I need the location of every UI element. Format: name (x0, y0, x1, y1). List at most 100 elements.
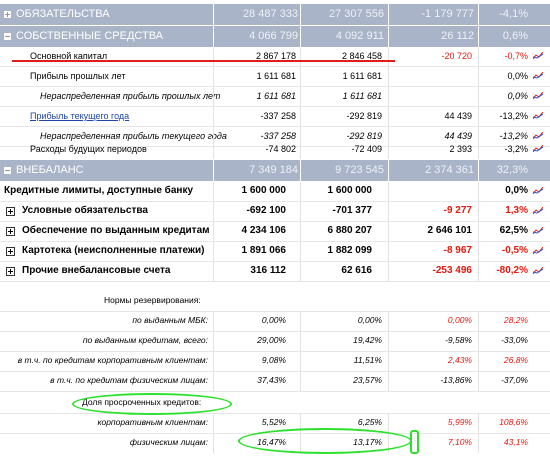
trend-chart-icon[interactable] (533, 267, 543, 275)
row-label: в т.ч. по кредитам физическим лицам: (50, 375, 208, 385)
trend-chart-icon[interactable] (533, 92, 543, 100)
value-4: 0,0% (507, 71, 528, 81)
value-4: 108,6% (499, 417, 528, 427)
band-value-4: 32,3% (496, 164, 528, 176)
table-row: Прибыль прошлых лет 1 611 681 1 611 681 … (0, 67, 550, 87)
trend-chart-icon[interactable] (533, 72, 543, 80)
row-label: физическим лицам: (129, 437, 208, 447)
table-row: по выданным кредитам, всего: 29,00% 19,4… (0, 332, 550, 352)
table-row: Кредитные лимиты, доступные банку 1 600 … (0, 182, 550, 202)
value-1: 4 234 106 (241, 225, 287, 236)
trend-chart-icon[interactable] (533, 247, 543, 255)
table-row[interactable]: Прочие внебалансовые счета 316 112 62 61… (0, 262, 550, 282)
value-2: 19,42% (353, 335, 382, 345)
value-4: 1,3% (505, 205, 528, 216)
table-row[interactable]: Обеспечение по выданным кредитам 4 234 1… (0, 222, 550, 242)
value-1: 316 112 (250, 265, 286, 276)
value-4: -13,2% (499, 111, 528, 121)
row-label: Обеспечение по выданным кредитам (22, 225, 210, 236)
value-2: 23,57% (353, 375, 382, 385)
plus-box-icon[interactable] (6, 207, 15, 216)
value-3: 2,43% (447, 355, 472, 365)
value-3: 0,00% (447, 315, 472, 325)
value-1: 5,52% (261, 417, 286, 427)
highlight-oval-values (238, 428, 412, 454)
value-4: 43,1% (503, 437, 528, 447)
value-3: -20 720 (441, 51, 472, 61)
table-row[interactable]: Картотека (неисполненные платежи) 1 891 … (0, 242, 550, 262)
collapse-icon[interactable] (4, 33, 11, 40)
band-liabilities[interactable]: ОБЯЗАТЕЛЬСТВА 28 487 333 27 307 556 -1 1… (0, 4, 550, 25)
band-value-3: -1 179 777 (421, 8, 474, 20)
highlight-mark (410, 430, 419, 454)
value-3: -13,86% (440, 375, 472, 385)
trend-chart-icon[interactable] (533, 145, 543, 153)
band-title: ВНЕБАЛАНС (16, 164, 84, 176)
value-3: 2 646 101 (427, 225, 473, 236)
norms-header: Нормы резервирования: (0, 292, 550, 312)
value-1: 1 611 681 (256, 71, 296, 81)
row-label: по выданным кредитам, всего: (82, 335, 208, 345)
value-3: -9,58% (445, 335, 472, 345)
value-4: -0,7% (504, 51, 528, 61)
band-offbalance[interactable]: ВНЕБАЛАНС 7 349 184 9 723 545 2 374 361 … (0, 160, 550, 181)
value-1: 1 611 681 (256, 91, 296, 101)
band-value-3: 26 112 (441, 30, 474, 42)
row-label: Прочие внебалансовые счета (22, 265, 171, 276)
plus-box-icon[interactable] (6, 227, 15, 236)
value-3: -8 967 (443, 245, 472, 256)
expand-icon[interactable] (4, 11, 11, 18)
row-label: Расходы будущих периодов (30, 144, 147, 154)
plus-box-icon[interactable] (6, 267, 15, 276)
value-4: 62,5% (499, 225, 528, 236)
value-3: 5,99% (447, 417, 472, 427)
value-1: 0,00% (261, 315, 286, 325)
value-4: 0,0% (507, 91, 528, 101)
value-2: -72 409 (351, 144, 382, 154)
value-3: 2 393 (449, 144, 472, 154)
value-4: -3,2% (504, 144, 528, 154)
value-1: -74 802 (265, 144, 296, 154)
band-title: ОБЯЗАТЕЛЬСТВА (16, 8, 110, 20)
red-underline (12, 60, 395, 62)
band-value-4: -4,1% (499, 8, 528, 20)
value-2: 6,25% (357, 417, 382, 427)
value-1: 1 891 066 (241, 245, 287, 256)
row-label: Прибыль прошлых лет (30, 71, 126, 81)
trend-chart-icon[interactable] (533, 187, 543, 195)
collapse-icon[interactable] (4, 167, 11, 174)
table-row[interactable]: Условные обязательства -692 100 -701 377… (0, 202, 550, 222)
band-equity[interactable]: СОБСТВЕННЫЕ СРЕДСТВА 4 066 799 4 092 911… (0, 26, 550, 47)
trend-chart-icon[interactable] (533, 227, 543, 235)
row-link[interactable]: Прибыль текущего года (30, 111, 129, 121)
row-label: Условные обязательства (22, 205, 148, 216)
value-1: -692 100 (246, 205, 286, 216)
plus-box-icon[interactable] (6, 247, 15, 256)
value-3: -253 496 (432, 265, 472, 276)
row-label: по выданным МБК: (132, 315, 208, 325)
section-title: Нормы резервирования: (104, 295, 201, 305)
band-value-1: 28 487 333 (242, 8, 298, 20)
row-label: Картотека (неисполненные платежи) (22, 245, 205, 256)
row-label: в т.ч. по кредитам корпоративным клиента… (17, 355, 208, 365)
value-2: 1 600 000 (327, 185, 373, 196)
value-2: -292 819 (346, 111, 382, 121)
trend-chart-icon[interactable] (533, 132, 543, 140)
value-4: -33,0% (501, 335, 528, 345)
value-2: 1 882 099 (327, 245, 373, 256)
row-label: Нераспределенная прибыль прошлых лет (40, 91, 221, 101)
value-1: 29,00% (257, 335, 286, 345)
value-4: 0,0% (505, 185, 528, 196)
table-row: Расходы будущих периодов -74 802 -72 409… (0, 140, 550, 159)
trend-chart-icon[interactable] (533, 207, 543, 215)
value-3: -9 277 (443, 205, 472, 216)
value-4: 28,2% (503, 315, 528, 325)
row-label: корпоративным клиентам: (97, 417, 208, 427)
band-value-1: 7 349 184 (249, 164, 298, 176)
row-label: Кредитные лимиты, доступные банку (4, 185, 194, 196)
trend-chart-icon[interactable] (533, 112, 543, 120)
trend-chart-icon[interactable] (533, 52, 543, 60)
value-4: -80,2% (496, 265, 528, 276)
value-2: 62 616 (341, 265, 372, 276)
value-2: 11,51% (353, 355, 382, 365)
